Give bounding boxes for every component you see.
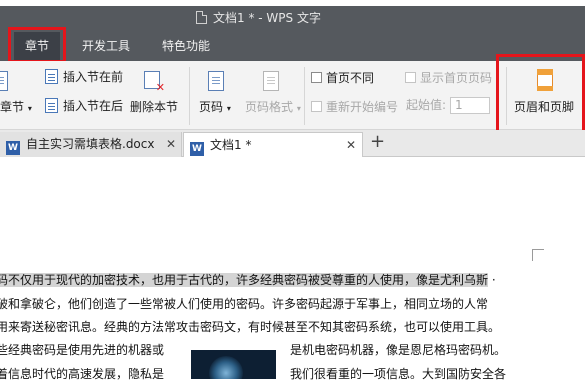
show-first-page-number-label: 显示首页页码: [420, 71, 493, 85]
insert-section-before-label: 插入节在前: [63, 70, 124, 84]
tab-special-features[interactable]: 特色功能: [162, 37, 210, 54]
highlighted-text: 码不仅用于现代的加密技术，也用于古代的，许多经典密码被受尊重的人使用，像是尤利乌…: [0, 273, 489, 287]
doc-line-5-right: 我们很看重的一项信息。大到国防安全各: [290, 367, 507, 381]
word-doc-icon: W: [6, 141, 20, 155]
doc-tab-label: 自主实习需填表格.docx: [26, 137, 155, 151]
window-title: 文档1 * - WPS 文字: [196, 9, 321, 26]
show-first-page-number-checkbox[interactable]: 显示首页页码: [405, 69, 492, 86]
margin-corner-mark: [532, 249, 544, 261]
chapter-button[interactable]: 章节 ▾: [0, 98, 32, 115]
restart-numbering-label: 重新开始编号: [326, 100, 399, 114]
close-icon[interactable]: ✕: [166, 132, 176, 156]
insert-section-before-button[interactable]: 插入节在前: [45, 68, 123, 85]
insert-section-after-button[interactable]: 插入节在后: [45, 97, 123, 114]
window-title-text: 文档1 * - WPS 文字: [213, 11, 321, 25]
checkbox-box: [311, 72, 322, 83]
ribbon: 章节 ▾ 插入节在前 插入节在后 删除本节 页码 ▾ 页码格式 ▾ 首页不同 重…: [0, 61, 585, 130]
header-footer-icon: [537, 69, 553, 91]
chevron-down-icon: ▾: [296, 104, 301, 113]
first-page-different-checkbox[interactable]: 首页不同: [311, 69, 374, 86]
doc-tab-document1[interactable]: W 文档1 * ✕: [183, 132, 363, 157]
page-number-icon: [208, 71, 224, 91]
embedded-image[interactable]: [191, 350, 276, 379]
chevron-down-icon: ▾: [226, 104, 231, 113]
chapter-button-label: 章节: [0, 100, 25, 114]
start-value-label: 起始值:: [406, 98, 447, 112]
page-number-label: 页码: [199, 100, 224, 114]
menu-tab-bar: 章节 开发工具 特色功能: [0, 29, 585, 61]
chapter-icon: [0, 71, 8, 91]
delete-section-button[interactable]: 删除本节: [130, 98, 178, 115]
doc-line-4-right: 是机电密码机器，像是恩尼格玛密码机。: [290, 343, 507, 357]
start-value-input[interactable]: 1: [450, 97, 491, 114]
checkbox-box: [405, 72, 416, 83]
page-number-format-button[interactable]: 页码格式 ▾: [245, 98, 301, 115]
tab-developer-tools[interactable]: 开发工具: [82, 37, 130, 54]
chevron-down-icon: ▾: [27, 104, 32, 113]
insert-section-before-icon: [45, 69, 58, 84]
tab-chapter[interactable]: 章节: [14, 32, 60, 61]
doc-line-2: 破和拿破仑，他们创造了一些常被人们使用的密码。许多密码起源于军事上，相同立场的人…: [0, 297, 489, 311]
ribbon-separator: [304, 67, 305, 125]
page-number-button[interactable]: 页码 ▾: [199, 98, 231, 115]
text-cursor-dot: ·: [488, 273, 496, 287]
doc-line-3: 用来寄送秘密讯息。经典的方法常攻击密码文，有时候甚至不知其密码系统，也可以使用工…: [0, 320, 501, 334]
document-canvas[interactable]: 码不仅用于现代的加密技术，也用于古代的，许多经典密码被受尊重的人使用，像是尤利乌…: [0, 158, 585, 381]
page-number-format-label: 页码格式: [245, 100, 294, 114]
top-strip: [0, 0, 585, 6]
doc-line-4-left: 些经典密码是使用先进的机器或: [0, 343, 165, 357]
page-number-format-icon: [263, 71, 279, 91]
insert-section-after-label: 插入节在后: [63, 99, 124, 113]
close-icon[interactable]: ✕: [346, 133, 356, 157]
document-icon: [196, 11, 207, 24]
delete-section-icon: [144, 71, 165, 94]
header-footer-button[interactable]: 页眉和页脚: [514, 98, 574, 115]
start-value-field: 起始值: 1: [406, 96, 491, 114]
new-tab-plus-icon[interactable]: +: [370, 131, 385, 152]
doc-line-1: 码不仅用于现代的加密技术，也用于古代的，许多经典密码被受尊重的人使用，像是尤利乌…: [0, 271, 496, 288]
ribbon-separator: [506, 67, 507, 125]
document-tab-bar: W 自主实习需填表格.docx ✕ W 文档1 * ✕ +: [0, 130, 585, 157]
first-page-different-label: 首页不同: [326, 71, 375, 85]
restart-numbering-checkbox[interactable]: 重新开始编号: [311, 98, 398, 115]
doc-tab-label: 文档1 *: [210, 138, 252, 152]
insert-section-after-icon: [45, 98, 58, 113]
word-doc-icon: W: [190, 142, 204, 156]
doc-line-5-left: 着信息时代的高速发展，隐私是: [0, 367, 165, 381]
doc-tab-internship-form[interactable]: W 自主实习需填表格.docx ✕: [0, 132, 182, 157]
ribbon-separator: [189, 67, 190, 125]
title-bar: 文档1 * - WPS 文字: [0, 0, 585, 29]
checkbox-box: [311, 101, 322, 112]
